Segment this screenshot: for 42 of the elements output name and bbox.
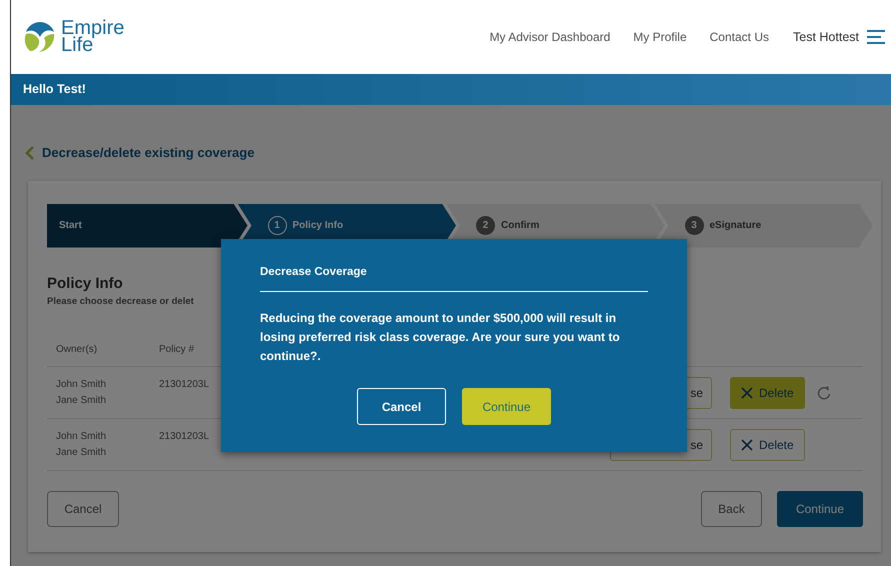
section-subtitle: Please choose decrease or delet xyxy=(47,295,195,309)
continue-button[interactable]: Continue xyxy=(462,388,551,426)
section-title: Policy Info xyxy=(47,274,123,292)
greeting-text: Hello Test! xyxy=(23,81,86,98)
close-icon xyxy=(741,438,753,451)
back-icon[interactable] xyxy=(25,146,35,160)
logo-text: Empire xyxy=(61,20,124,37)
page-title: Decrease/delete existing coverage xyxy=(42,144,254,162)
step-label: Confirm xyxy=(501,219,540,233)
back-button[interactable]: Back xyxy=(701,491,762,528)
policy-number: 21301203L xyxy=(159,431,210,442)
stepper-step[interactable]: 3 eSignature xyxy=(654,204,873,248)
owner-name: Jane Smith xyxy=(56,446,108,460)
undo-icon[interactable] xyxy=(816,385,831,400)
nav-link[interactable]: My Advisor Dashboard xyxy=(490,28,610,46)
delete-button[interactable]: Delete xyxy=(730,376,805,409)
step-number: 2 xyxy=(476,216,495,235)
nav-link[interactable]: Contact Us xyxy=(710,28,769,46)
close-icon xyxy=(741,386,753,399)
user-name[interactable]: Test Hottest xyxy=(793,28,859,46)
step-number: 1 xyxy=(268,216,286,235)
cancel-button[interactable]: Cancel xyxy=(357,388,446,426)
owner-name: John Smith xyxy=(56,378,108,392)
continue-button[interactable]: Continue xyxy=(777,491,863,528)
step-label: Start xyxy=(59,219,82,233)
step-number: 3 xyxy=(684,216,704,235)
cancel-button[interactable]: Cancel xyxy=(47,491,119,528)
owner-name: John Smith xyxy=(56,430,108,444)
delete-button[interactable]: Delete xyxy=(730,428,805,461)
dialog-title: Decrease Coverage xyxy=(260,264,648,292)
logo-icon xyxy=(23,20,57,54)
stepper-step[interactable]: Start xyxy=(47,204,248,248)
menu-icon[interactable] xyxy=(867,29,885,45)
policy-number: 21301203L xyxy=(159,379,210,390)
column-header: Owner(s) xyxy=(56,344,98,356)
step-label: Policy Info xyxy=(292,219,344,233)
owner-name: Jane Smith xyxy=(56,394,108,408)
column-header: Policy # xyxy=(159,344,194,356)
nav-link[interactable]: My Profile xyxy=(633,28,687,46)
dialog-message: Reducing the coverage amount to under $500,000 will result in losing preferred risk class coverage. Are your sure you want to continue?. xyxy=(260,310,621,366)
logo-text: Life xyxy=(61,37,94,54)
step-label: eSignature xyxy=(710,219,762,233)
